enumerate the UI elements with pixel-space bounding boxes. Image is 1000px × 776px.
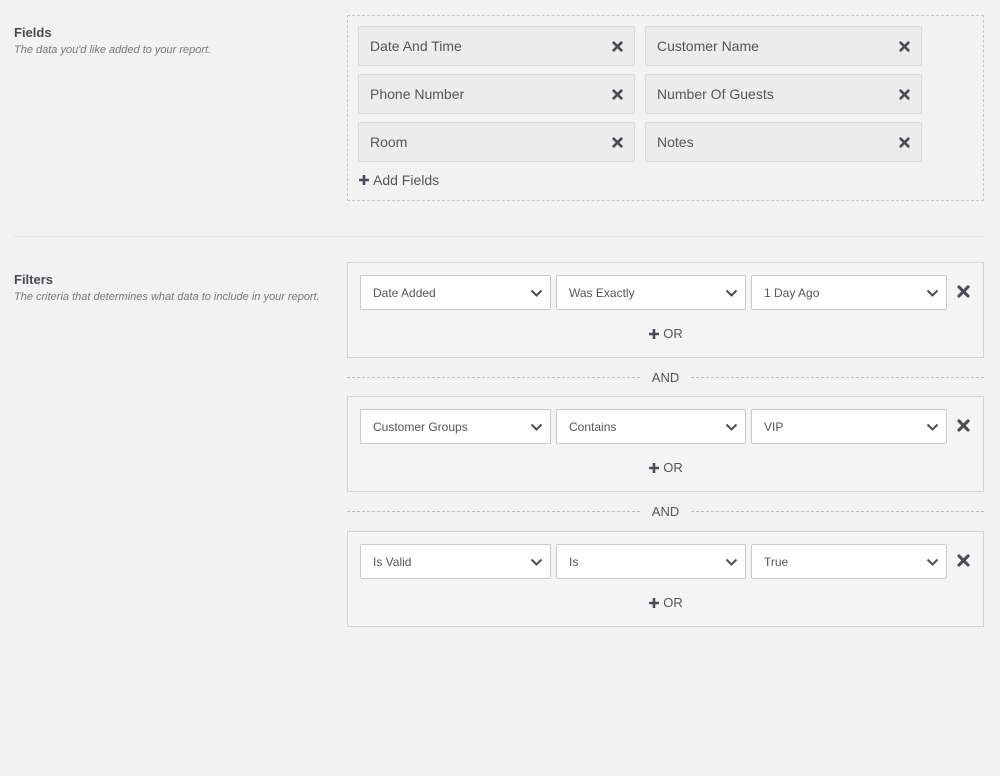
field-chip[interactable]: Phone Number — [358, 74, 635, 114]
filter-operator-value: Was Exactly — [569, 285, 635, 300]
plus-icon — [358, 174, 370, 186]
filter-group: Date Added Was Exactly 1 Day Ago OR — [347, 262, 984, 358]
separator-line — [347, 510, 640, 512]
filters-title: Filters — [14, 272, 54, 287]
chevron-down-icon — [926, 555, 939, 569]
x-icon[interactable] — [610, 135, 624, 149]
filter-operator-value: Contains — [569, 419, 617, 434]
chevron-down-icon — [530, 286, 543, 300]
field-chip[interactable]: Customer Name — [645, 26, 922, 66]
or-label: OR — [663, 326, 683, 341]
filter-operator-select[interactable]: Was Exactly — [556, 275, 746, 310]
x-icon[interactable] — [897, 135, 911, 149]
or-label: OR — [663, 460, 683, 475]
separator-line — [347, 376, 640, 378]
fields-container: Date And Time Customer Name Phone Number… — [347, 15, 984, 201]
and-separator: AND — [347, 503, 985, 519]
filter-field-value: Is Valid — [373, 554, 412, 569]
or-label: OR — [663, 595, 683, 610]
x-icon[interactable] — [610, 39, 624, 53]
add-or-button[interactable]: OR — [348, 326, 983, 341]
chevron-down-icon — [725, 555, 738, 569]
x-icon[interactable] — [897, 87, 911, 101]
x-icon[interactable] — [957, 419, 971, 433]
field-chip-label: Customer Name — [657, 38, 759, 54]
x-icon[interactable] — [957, 285, 971, 299]
plus-icon — [648, 597, 660, 609]
fields-description: The data you'd like added to your report… — [14, 44, 212, 56]
filter-group: Customer Groups Contains VIP OR — [347, 396, 984, 492]
plus-icon — [648, 328, 660, 340]
field-chip-label: Notes — [657, 134, 694, 150]
add-or-button[interactable]: OR — [348, 460, 983, 475]
filter-value-value: True — [764, 554, 789, 569]
section-divider — [14, 236, 984, 237]
chevron-down-icon — [926, 286, 939, 300]
chevron-down-icon — [725, 420, 738, 434]
filter-operator-select[interactable]: Is — [556, 544, 746, 579]
filter-value-value: VIP — [764, 419, 784, 434]
chevron-down-icon — [530, 420, 543, 434]
and-label: AND — [651, 503, 680, 519]
field-chip[interactable]: Room — [358, 122, 635, 162]
chevron-down-icon — [530, 555, 543, 569]
x-icon[interactable] — [957, 554, 971, 568]
filter-group: Is Valid Is True OR — [347, 531, 984, 627]
filter-value-select[interactable]: 1 Day Ago — [751, 275, 947, 310]
field-chip-label: Date And Time — [370, 38, 462, 54]
chevron-down-icon — [725, 286, 738, 300]
and-label: AND — [651, 369, 680, 385]
add-or-button[interactable]: OR — [348, 595, 983, 610]
field-chip-label: Number Of Guests — [657, 86, 774, 102]
separator-line — [691, 510, 985, 512]
separator-line — [691, 376, 985, 378]
chevron-down-icon — [926, 420, 939, 434]
filter-field-value: Customer Groups — [373, 419, 468, 434]
filter-value-value: 1 Day Ago — [764, 285, 820, 300]
add-fields-button[interactable]: Add Fields — [358, 172, 439, 188]
x-icon[interactable] — [610, 87, 624, 101]
field-chip[interactable]: Number Of Guests — [645, 74, 922, 114]
field-chip-label: Phone Number — [370, 86, 465, 102]
filter-value-select[interactable]: VIP — [751, 409, 947, 444]
add-fields-label: Add Fields — [373, 172, 440, 188]
filters-description: The criteria that determines what data t… — [14, 291, 320, 303]
plus-icon — [648, 462, 660, 474]
filter-field-select[interactable]: Date Added — [360, 275, 551, 310]
filter-field-value: Date Added — [373, 285, 436, 300]
and-separator: AND — [347, 369, 985, 385]
filter-operator-value: Is — [569, 554, 579, 569]
filter-operator-select[interactable]: Contains — [556, 409, 746, 444]
fields-title: Fields — [14, 25, 52, 40]
x-icon[interactable] — [897, 39, 911, 53]
filter-field-select[interactable]: Is Valid — [360, 544, 551, 579]
filter-field-select[interactable]: Customer Groups — [360, 409, 551, 444]
field-chip-label: Room — [370, 134, 408, 150]
field-chip[interactable]: Date And Time — [358, 26, 635, 66]
field-chip[interactable]: Notes — [645, 122, 922, 162]
filter-value-select[interactable]: True — [751, 544, 947, 579]
